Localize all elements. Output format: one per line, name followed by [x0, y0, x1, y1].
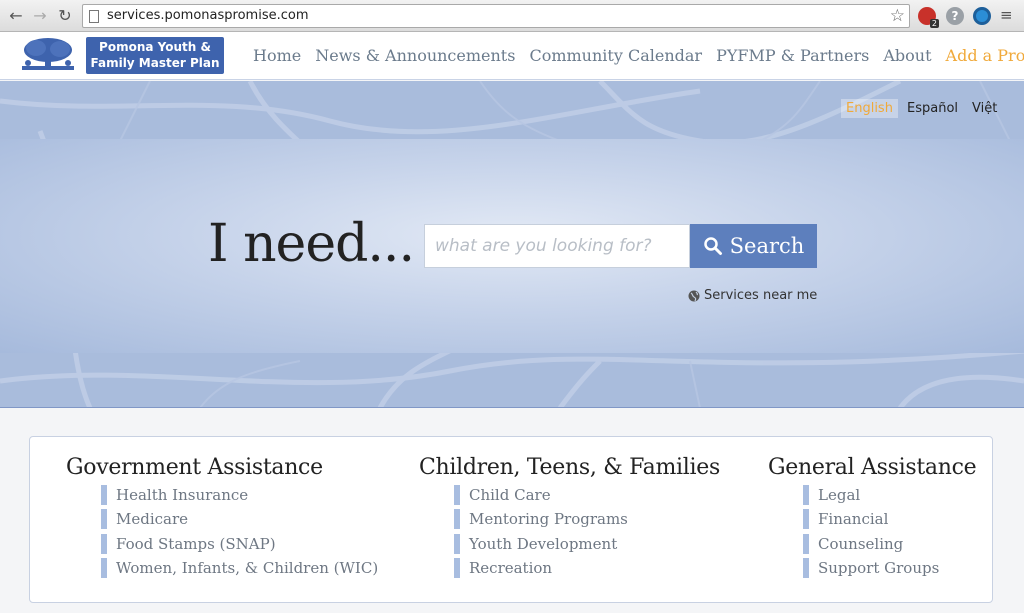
category-link[interactable]: Child Care: [454, 485, 737, 505]
category-link[interactable]: Food Stamps (SNAP): [101, 533, 388, 554]
category-children-teens-families: Children, Teens, & Families Child Care M…: [411, 447, 737, 592]
forward-arrow-icon[interactable]: →: [30, 6, 50, 26]
category-link[interactable]: Youth Development: [454, 533, 737, 554]
category-title: General Assistance: [768, 455, 977, 480]
category-link[interactable]: Financial: [803, 509, 984, 530]
lang-viet[interactable]: Việt: [967, 99, 1002, 118]
reload-icon[interactable]: ↻: [55, 6, 75, 26]
adblock-extension-icon[interactable]: 2: [918, 7, 939, 28]
logo-line2: Family Master Plan: [90, 56, 220, 70]
category-link[interactable]: Mentoring Programs: [454, 509, 737, 530]
category-title: Children, Teens, & Families: [419, 455, 720, 480]
category-general-assistance: General Assistance Legal Financial Couns…: [760, 447, 984, 592]
nav-calendar[interactable]: Community Calendar: [529, 46, 702, 65]
category-link[interactable]: Support Groups: [803, 557, 984, 578]
category-link[interactable]: Medicare: [101, 509, 388, 530]
hero-headline: I need...: [208, 214, 415, 274]
url-text[interactable]: services.pomonaspromise.com: [107, 8, 308, 23]
category-title: Government Assistance: [66, 455, 323, 480]
lang-espanol[interactable]: Español: [902, 99, 963, 118]
logo-line1: Pomona Youth &: [99, 40, 211, 54]
nav-add-program[interactable]: Add a Program: [946, 46, 1024, 65]
search-button-label: Search: [729, 234, 805, 258]
category-government-assistance: Government Assistance Health Insurance M…: [58, 447, 388, 592]
category-link[interactable]: Recreation: [454, 557, 737, 578]
nav-home[interactable]: Home: [253, 46, 301, 65]
logo-text-box[interactable]: Pomona Youth & Family Master Plan: [86, 37, 224, 74]
back-arrow-icon[interactable]: ←: [6, 6, 26, 26]
category-link[interactable]: Counseling: [803, 533, 984, 554]
nav-partners[interactable]: PYFMP & Partners: [716, 46, 869, 65]
category-link[interactable]: Legal: [803, 485, 984, 505]
categories-panel: Government Assistance Health Insurance M…: [29, 436, 993, 603]
help-extension-icon[interactable]: ?: [946, 7, 964, 25]
near-me-label: Services near me: [704, 288, 818, 303]
address-bar[interactable]: services.pomonaspromise.com ☆: [82, 4, 910, 28]
extension-badge: 2: [929, 19, 939, 28]
nav-about[interactable]: About: [883, 46, 931, 65]
hero-section: English Español Việt I need... Search Se…: [0, 81, 1024, 408]
globe-icon: [688, 290, 700, 301]
menu-icon[interactable]: ≡: [1000, 7, 1016, 23]
lang-english[interactable]: English: [841, 99, 898, 118]
site-header: Pomona Youth & Family Master Plan Home N…: [0, 32, 1024, 80]
search-input[interactable]: [424, 224, 690, 268]
category-link[interactable]: Health Insurance: [101, 485, 388, 505]
tree-logo-icon[interactable]: [18, 36, 78, 74]
hero-divider: [0, 407, 1024, 408]
page-icon: [89, 10, 99, 23]
category-link[interactable]: Women, Infants, & Children (WIC): [101, 557, 388, 578]
browser-toolbar: ← → ↻ services.pomonaspromise.com ☆ 2 ? …: [0, 0, 1024, 32]
search-icon: [703, 237, 722, 255]
services-near-me-link[interactable]: Services near me: [688, 288, 817, 303]
main-nav: Home News & Announcements Community Cale…: [253, 46, 1024, 65]
bookmark-star-icon[interactable]: ☆: [890, 6, 905, 26]
eye-extension-icon[interactable]: [973, 7, 991, 25]
search-button[interactable]: Search: [690, 224, 817, 268]
nav-news[interactable]: News & Announcements: [315, 46, 515, 65]
